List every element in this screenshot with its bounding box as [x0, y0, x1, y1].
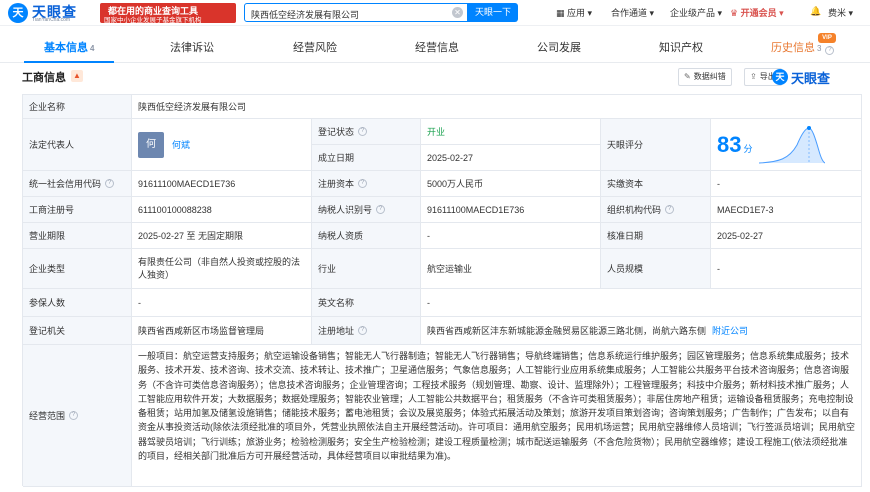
bell-icon[interactable]: 🔔	[810, 6, 821, 17]
business-info-table: 企业名称 陕西低空经济发展有限公司 法定代表人 何 何斌 登记状态? 开业 成立…	[22, 94, 862, 487]
taxpayer-qual-label: 纳税人资质	[312, 223, 421, 249]
tab-operation[interactable]: 经营信息	[415, 39, 459, 55]
question-icon[interactable]: ?	[376, 205, 386, 214]
company-type-label: 企业类型	[23, 249, 132, 289]
vip-badge: VIP	[818, 33, 836, 43]
taxpayer-qual-value: -	[421, 223, 601, 249]
taxpayer-id-label: 纳税人识别号?	[312, 197, 421, 223]
brand-watermark: 天 天眼查	[772, 68, 862, 86]
nearby-companies-link[interactable]: 附近公司	[712, 324, 748, 337]
approval-date-label: 核准日期	[601, 223, 711, 249]
score-cell[interactable]: 83 分	[711, 119, 862, 171]
reg-no-label: 工商注册号	[23, 197, 132, 223]
english-name-value: -	[421, 289, 862, 317]
top-header: 天 天眼查 TianYanCha.com 都在用的商业查询工具 国家中小企业发展…	[0, 0, 870, 26]
edit-icon: ✎	[684, 72, 691, 81]
tab-risk[interactable]: 经营风险	[293, 39, 337, 55]
slogan-line2: 国家中小企业发展子基金旗下机构	[104, 17, 202, 24]
staff-size-label: 人员规模	[601, 249, 711, 289]
paid-capital-label: 实缴资本	[601, 171, 711, 197]
logo-domain: TianYanCha.com	[32, 17, 71, 23]
paid-capital-value: -	[711, 171, 862, 197]
credit-code-label: 统一社会信用代码?	[23, 171, 132, 197]
slogan-banner: 都在用的商业查询工具 国家中小企业发展子基金旗下机构	[100, 3, 236, 24]
est-date-value: 2025-02-27	[421, 145, 601, 171]
reg-status-label: 登记状态?	[312, 119, 421, 145]
reg-no-value: 611100100088238	[132, 197, 312, 223]
user-menu[interactable]: 费米 ▾	[828, 6, 853, 19]
section-tabs: 基本信息 4 法律诉讼 经营风险 经营信息 公司发展 知识产权 历史信息 3? VI…	[0, 27, 870, 63]
reg-authority-label: 登记机关	[23, 317, 132, 345]
reg-address-label: 注册地址?	[312, 317, 421, 345]
scope-label: 经营范围?	[23, 345, 132, 487]
nav-enterprise[interactable]: 企业级产品 ▾	[670, 6, 722, 19]
search-clear-icon[interactable]: ✕	[452, 7, 463, 18]
site-logo[interactable]: 天 天眼查 TianYanCha.com	[8, 2, 94, 24]
section-title: 工商信息	[22, 72, 66, 84]
active-tab-indicator	[24, 61, 114, 63]
question-icon: ?	[825, 46, 835, 55]
english-name-label: 英文名称	[312, 289, 421, 317]
score-value: 83	[717, 131, 742, 157]
tab-development[interactable]: 公司发展	[537, 39, 581, 55]
reg-authority-value: 陕西省西咸新区市场监督管理局	[132, 317, 312, 345]
question-icon[interactable]: ?	[69, 411, 79, 420]
export-icon: ⇪	[750, 72, 757, 81]
company-name-label: 企业名称	[23, 95, 132, 119]
score-unit: 分	[743, 144, 753, 154]
reg-capital-label: 注册资本?	[312, 171, 421, 197]
fire-icon: ▲	[71, 70, 83, 82]
reg-capital-value: 5000万人民币	[421, 171, 601, 197]
org-code-label: 组织机构代码?	[601, 197, 711, 223]
reg-address-value: 陕西省西咸新区沣东新城能源金融贸易区能源三路北侧，尚航六路东侧	[427, 326, 707, 336]
legal-rep-cell: 何 何斌	[132, 119, 312, 171]
insured-label: 参保人数	[23, 289, 132, 317]
question-icon[interactable]: ?	[105, 179, 115, 188]
score-distribution-chart	[758, 125, 825, 163]
search-button[interactable]: 天眼一下	[468, 3, 518, 22]
approval-date-value: 2025-02-27	[711, 223, 862, 249]
question-icon[interactable]: ?	[358, 326, 368, 335]
scope-value: 一般项目：航空运营支持服务；航空运输设备销售；智能无人飞行器制造；智能无人飞行器…	[132, 345, 862, 487]
est-date-label: 成立日期	[312, 145, 421, 171]
search-value: 陕西低空经济发展有限公司	[251, 10, 360, 20]
question-icon[interactable]: ?	[665, 205, 675, 214]
insured-value: -	[132, 289, 312, 317]
biz-term-value: 2025-02-27 至 无固定期限	[132, 223, 312, 249]
company-name-value: 陕西低空经济发展有限公司	[132, 95, 862, 119]
staff-size-value: -	[711, 249, 862, 289]
industry-label: 行业	[312, 249, 421, 289]
legal-rep-link[interactable]: 何斌	[172, 138, 190, 151]
logo-eye-icon: 天	[8, 3, 28, 23]
tab-ip[interactable]: 知识产权	[659, 39, 703, 55]
grid-app-icon: ▦	[556, 8, 568, 18]
industry-value: 航空运输业	[421, 249, 601, 289]
reg-status-value: 开业	[421, 119, 601, 145]
nav-partner[interactable]: 合作通道 ▾	[611, 6, 654, 19]
legal-rep-label: 法定代表人	[23, 119, 132, 171]
nav-apps[interactable]: ▦ 应用 ▾	[556, 6, 592, 19]
question-icon[interactable]: ?	[358, 127, 368, 136]
org-code-value: MAECD1E7-3	[711, 197, 862, 223]
brand-eye-icon: 天	[772, 69, 788, 85]
biz-term-label: 营业期限	[23, 223, 132, 249]
data-correction-button[interactable]: ✎ 数据纠错	[678, 68, 732, 86]
tab-basic-info[interactable]: 基本信息 4	[44, 39, 94, 55]
taxpayer-id-value: 91611100MAECD1E736	[421, 197, 601, 223]
score-label: 天眼评分	[601, 119, 711, 171]
reg-address-cell: 陕西省西咸新区沣东新城能源金融贸易区能源三路北侧，尚航六路东侧 附近公司	[421, 317, 862, 345]
nav-vip[interactable]: ♛ 开通会员 ▾	[730, 6, 784, 19]
tab-legal[interactable]: 法律诉讼	[170, 39, 214, 55]
vip-crown-icon: ♛	[730, 8, 741, 18]
question-icon[interactable]: ?	[358, 179, 368, 188]
credit-code-value: 91611100MAECD1E736	[132, 171, 312, 197]
search-input[interactable]: 陕西低空经济发展有限公司 ✕	[244, 3, 468, 22]
company-type-value: 有限责任公司（非自然人投资或控股的法人独资）	[132, 249, 312, 289]
legal-rep-avatar[interactable]: 何	[138, 131, 164, 158]
